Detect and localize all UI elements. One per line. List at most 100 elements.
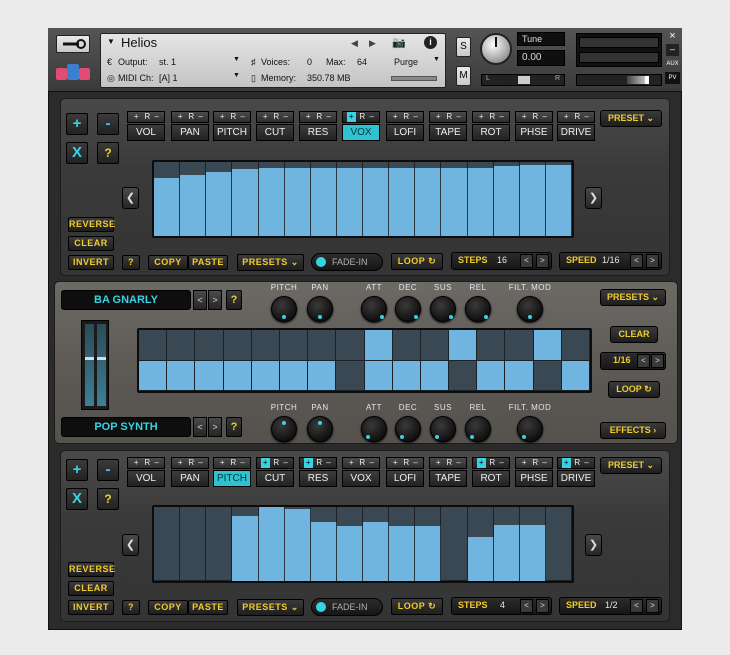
top-layer-next-icon[interactable]: > <box>208 290 222 310</box>
param-label[interactable]: TAPE <box>429 470 467 487</box>
param-plus-button[interactable]: + <box>434 112 443 122</box>
param-plus-button[interactable]: + <box>477 458 487 468</box>
param-plus-button[interactable]: + <box>520 458 529 468</box>
bottom-speed-increment-icon[interactable]: > <box>646 599 659 613</box>
param-tab-pan[interactable]: + R – PAN <box>171 111 209 142</box>
param-random-minus-buttons[interactable]: R – <box>356 458 375 467</box>
purge-dropdown[interactable]: Purge <box>394 57 418 67</box>
top-loop-button[interactable]: LOOP ↻ <box>391 253 443 270</box>
bottom-speed-decrement-icon[interactable]: < <box>630 599 643 613</box>
top-speed-decrement-icon[interactable]: < <box>630 254 643 268</box>
top-step-sequencer[interactable] <box>152 160 574 238</box>
param-plus-button[interactable]: + <box>132 458 141 468</box>
output-value[interactable]: st. 1 <box>159 57 176 67</box>
layer-grid-cell[interactable] <box>561 330 590 361</box>
bottom-fade-in-toggle[interactable]: FADE-IN <box>311 598 383 616</box>
step-bar[interactable] <box>232 169 259 236</box>
bottom-help-small-button[interactable]: ? <box>122 600 140 615</box>
filt-mod-knob[interactable] <box>517 296 543 322</box>
param-plus-button[interactable]: + <box>132 112 141 122</box>
layer-grid-cell[interactable] <box>364 330 393 361</box>
step-bar[interactable] <box>310 521 337 581</box>
layer-presets-dropdown[interactable]: PRESETS ⌄ <box>600 289 666 306</box>
pan-slider-handle[interactable] <box>518 76 530 84</box>
top-speed-increment-icon[interactable]: > <box>646 254 659 268</box>
layer-grid-cell[interactable] <box>195 330 224 361</box>
param-label[interactable]: DRIVE <box>557 124 595 141</box>
param-mod-buttons[interactable]: + R – <box>515 111 553 123</box>
param-tab-lofi[interactable]: + R – LOFI <box>386 111 424 142</box>
layer-grid-cell[interactable] <box>505 360 534 391</box>
bottom-reverse-button[interactable]: REVERSE <box>68 562 115 577</box>
step-bar[interactable] <box>336 167 363 236</box>
filt-mod-knob[interactable] <box>517 416 543 442</box>
param-mod-buttons[interactable]: + R – <box>429 457 467 469</box>
top-presets-dropdown[interactable]: PRESETS ⌄ <box>237 254 304 271</box>
param-mod-buttons[interactable]: + R – <box>213 457 251 469</box>
dec-knob[interactable] <box>395 416 421 442</box>
step-bar[interactable] <box>415 525 442 581</box>
layer-grid-cell[interactable] <box>420 360 450 391</box>
bottom-remove-button[interactable]: - <box>97 459 119 481</box>
bottom-seq-next-button[interactable]: ❯ <box>585 534 602 556</box>
step-bar[interactable] <box>336 525 363 581</box>
param-tab-phse[interactable]: + R – PHSE <box>515 111 553 142</box>
layer-grid-cell[interactable] <box>449 360 478 391</box>
param-mod-buttons[interactable]: + R – <box>386 111 424 123</box>
param-mod-buttons[interactable]: + R – <box>213 111 251 123</box>
param-random-minus-buttons[interactable]: R – <box>529 458 548 467</box>
param-mod-buttons[interactable]: + R – <box>557 111 595 123</box>
collapse-icon[interactable]: ▼ <box>107 37 115 46</box>
param-random-minus-buttons[interactable]: R – <box>313 458 332 467</box>
layer-grid-cell[interactable] <box>449 330 478 361</box>
param-label[interactable]: VOL <box>127 470 165 487</box>
top-remove-button[interactable]: - <box>97 113 119 135</box>
aux-button[interactable]: AUX <box>665 58 680 70</box>
param-tab-drive[interactable]: + R – DRIVE <box>557 457 595 488</box>
top-add-button[interactable]: + <box>66 113 88 135</box>
param-mod-buttons[interactable]: + R – <box>127 111 165 123</box>
tune-knob[interactable] <box>480 33 512 65</box>
step-bar[interactable] <box>467 167 494 236</box>
step-slot[interactable] <box>180 507 207 581</box>
top-fade-in-toggle[interactable]: FADE-IN <box>311 253 383 271</box>
top-seq-next-button[interactable]: ❯ <box>585 187 602 209</box>
pitch-knob[interactable] <box>271 416 297 442</box>
param-random-minus-buttons[interactable]: R – <box>400 112 419 121</box>
bottom-clear-button[interactable]: CLEAR <box>68 581 114 596</box>
bottom-invert-button[interactable]: INVERT <box>68 600 114 615</box>
step-bar[interactable] <box>258 167 285 236</box>
param-plus-button[interactable]: + <box>218 458 227 468</box>
param-label[interactable]: DRIVE <box>557 470 595 487</box>
step-bar[interactable] <box>389 167 416 236</box>
param-random-minus-buttons[interactable]: R – <box>356 112 375 121</box>
layer-grid-cell[interactable] <box>420 330 450 361</box>
param-random-minus-buttons[interactable]: R – <box>141 458 160 467</box>
top-paste-button[interactable]: PASTE <box>188 255 228 270</box>
sus-knob[interactable] <box>430 296 456 322</box>
param-plus-button[interactable]: + <box>218 112 227 122</box>
param-plus-button[interactable]: + <box>477 112 486 122</box>
pan-knob[interactable] <box>307 296 333 322</box>
param-mod-buttons[interactable]: + R – <box>342 111 380 123</box>
param-tab-res[interactable]: + R – RES <box>299 111 337 142</box>
rel-knob[interactable] <box>465 416 491 442</box>
param-label[interactable]: PITCH <box>213 124 251 141</box>
param-mod-buttons[interactable]: + R – <box>256 457 294 469</box>
layer-grid-cell[interactable] <box>139 330 168 361</box>
param-random-minus-buttons[interactable]: R – <box>400 458 419 467</box>
layer-grid-cell[interactable] <box>195 360 224 391</box>
param-random-minus-buttons[interactable]: R – <box>313 112 332 121</box>
top-help-small-button[interactable]: ? <box>122 255 140 270</box>
param-random-minus-buttons[interactable]: R – <box>185 458 204 467</box>
bottom-close-button[interactable]: X <box>66 488 88 510</box>
bottom-presets-dropdown[interactable]: PRESETS ⌄ <box>237 599 304 616</box>
param-tab-vol[interactable]: + R – VOL <box>127 111 165 142</box>
top-reverse-button[interactable]: REVERSE <box>68 217 115 232</box>
bottom-loop-button[interactable]: LOOP ↻ <box>391 598 443 615</box>
param-label[interactable]: VOX <box>342 470 380 487</box>
param-plus-button[interactable]: + <box>434 458 443 468</box>
param-plus-button[interactable]: + <box>304 112 313 122</box>
layer-grid-cell[interactable] <box>392 330 421 361</box>
param-tab-vox[interactable]: + R – VOX <box>342 457 380 488</box>
